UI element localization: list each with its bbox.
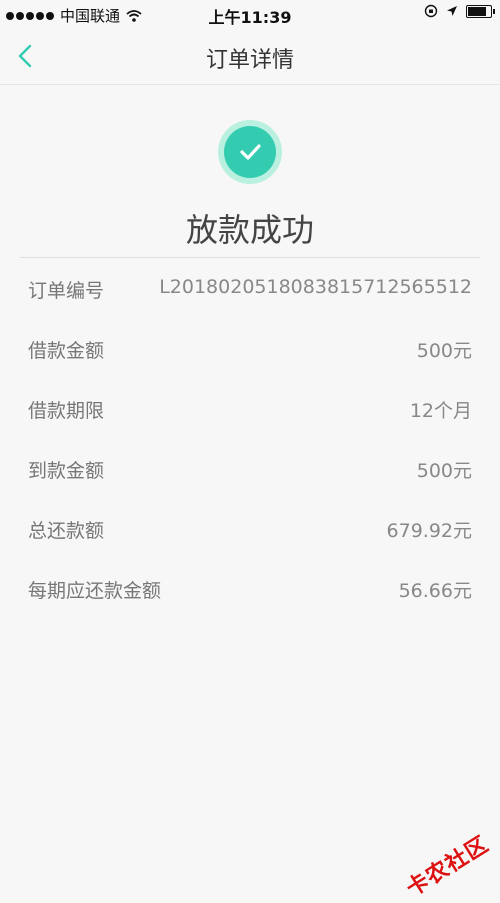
detail-row-total-repayment: 总还款额 679.92元 [0, 498, 500, 558]
success-badge [218, 120, 282, 184]
result-section: 放款成功 [0, 85, 500, 255]
detail-label: 每期应还款金额 [28, 580, 162, 602]
nav-bar: 订单详情 [0, 28, 500, 85]
detail-row-installment-amount: 每期应还款金额 56.66元 [0, 558, 500, 618]
detail-value: 56.66元 [398, 580, 472, 602]
watermark-text: 卡农社区 [402, 831, 494, 902]
detail-value: 500元 [416, 460, 472, 482]
rotation-lock-icon [424, 4, 438, 18]
detail-value: L2018020518083815712565512 [159, 276, 472, 298]
check-icon [240, 144, 261, 160]
detail-label: 借款金额 [28, 340, 105, 362]
detail-label: 借款期限 [28, 400, 105, 422]
detail-value: 500元 [416, 340, 472, 362]
detail-label: 到款金额 [28, 460, 105, 482]
page-title: 订单详情 [205, 48, 294, 73]
status-right [424, 4, 495, 18]
location-icon [447, 6, 457, 16]
check-circle [224, 126, 276, 178]
detail-label: 订单编号 [28, 280, 105, 302]
detail-list: 订单编号 L2018020518083815712565512 借款金额 500… [0, 258, 500, 618]
result-title: 放款成功 [185, 211, 314, 249]
detail-value: 12个月 [409, 400, 472, 422]
status-bar: 中国联通 上午11:39 [0, 0, 500, 28]
detail-row-received-amount: 到款金额 500元 [0, 438, 500, 498]
detail-value: 679.92元 [386, 520, 472, 542]
battery-icon [466, 4, 495, 18]
detail-label: 总还款额 [28, 520, 105, 542]
detail-row-order-number: 订单编号 L2018020518083815712565512 [0, 258, 500, 318]
detail-row-loan-amount: 借款金额 500元 [0, 318, 500, 378]
detail-row-loan-term: 借款期限 12个月 [0, 378, 500, 438]
